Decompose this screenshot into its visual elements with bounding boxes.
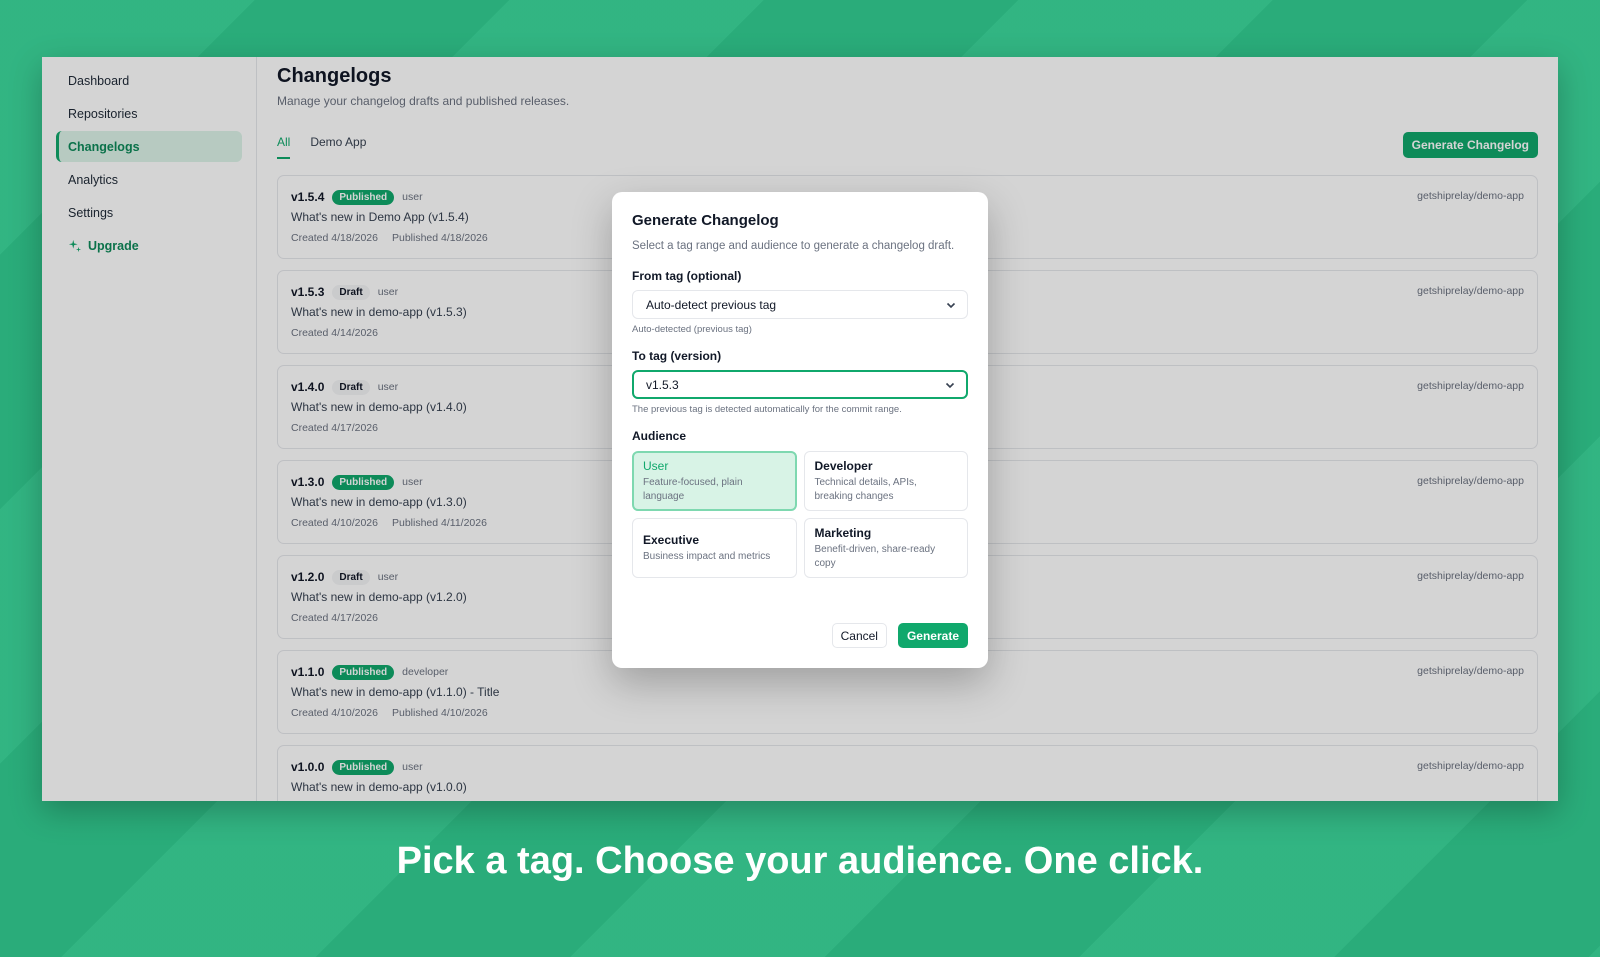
from-tag-hint: Auto-detected (previous tag) bbox=[632, 324, 752, 335]
from-tag-label: From tag (optional) bbox=[632, 269, 742, 283]
from-tag-value: Auto-detect previous tag bbox=[646, 297, 777, 312]
audience-option-marketing[interactable]: Marketing Benefit-driven, share-ready co… bbox=[803, 518, 968, 578]
to-tag-select[interactable]: v1.5.3 bbox=[632, 370, 968, 399]
audience-name: User bbox=[643, 459, 669, 473]
audience-options: User Feature-focused, plain language Dev… bbox=[632, 451, 968, 578]
audience-option-executive[interactable]: Executive Business impact and metrics bbox=[632, 518, 797, 578]
audience-option-user[interactable]: User Feature-focused, plain language bbox=[632, 451, 797, 511]
audience-name: Executive bbox=[643, 532, 700, 547]
from-tag-select[interactable]: Auto-detect previous tag bbox=[632, 290, 968, 319]
to-tag-label: To tag (version) bbox=[632, 349, 722, 363]
chevron-down-icon bbox=[945, 382, 955, 388]
audience-description: Benefit-driven, share-ready copy bbox=[814, 544, 936, 569]
dialog-actions: Cancel Generate bbox=[831, 623, 968, 648]
audience-name: Marketing bbox=[814, 526, 872, 540]
audience-description: Feature-focused, plain language bbox=[643, 477, 743, 502]
to-tag-hint: The previous tag is detected automatical… bbox=[632, 404, 902, 415]
promo-caption: Pick a tag. Choose your audience. One cl… bbox=[396, 840, 1204, 882]
chevron-down-icon bbox=[946, 302, 956, 308]
dialog-description: Select a tag range and audience to gener… bbox=[632, 240, 955, 252]
audience-option-developer[interactable]: Developer Technical details, APIs, break… bbox=[803, 451, 968, 511]
audience-description: Technical details, APIs, breaking change… bbox=[814, 477, 917, 502]
audience-label: Audience bbox=[632, 429, 687, 443]
generate-changelog-dialog: Generate Changelog Select a tag range an… bbox=[612, 192, 988, 668]
dialog-title: Generate Changelog bbox=[632, 212, 779, 229]
to-tag-value: v1.5.3 bbox=[646, 377, 679, 392]
generate-button[interactable]: Generate bbox=[897, 623, 968, 648]
cancel-button[interactable]: Cancel bbox=[831, 623, 887, 648]
audience-description: Business impact and metrics bbox=[643, 550, 771, 562]
audience-name: Developer bbox=[814, 459, 873, 473]
